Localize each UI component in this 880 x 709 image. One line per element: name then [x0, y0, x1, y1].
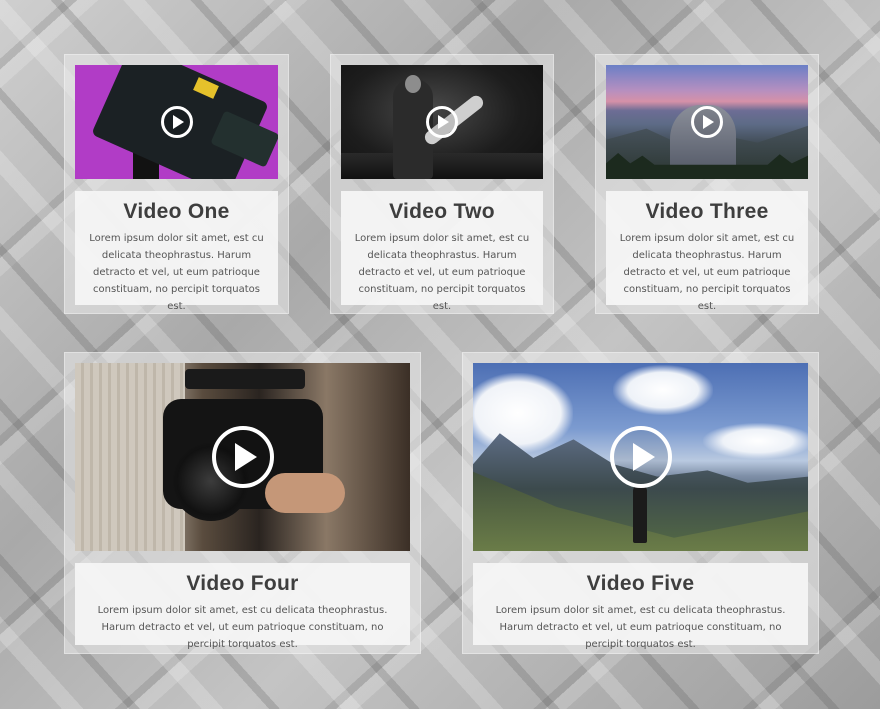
video-title: Video One — [123, 200, 230, 223]
play-icon[interactable] — [609, 426, 672, 488]
video-thumbnail[interactable] — [75, 363, 410, 551]
play-icon[interactable] — [426, 106, 458, 138]
video-card-1: Video One Lorem ipsum dolor sit amet, es… — [64, 54, 289, 314]
video-caption: Video Four Lorem ipsum dolor sit amet, e… — [75, 563, 410, 650]
video-title: Video Four — [186, 572, 299, 595]
video-card-4: Video Four Lorem ipsum dolor sit amet, e… — [64, 352, 421, 654]
video-caption: Video Two Lorem ipsum dolor sit amet, es… — [341, 191, 543, 312]
video-caption: Video One Lorem ipsum dolor sit amet, es… — [75, 191, 278, 312]
video-description: Lorem ipsum dolor sit amet, est cu delic… — [619, 233, 795, 312]
video-thumbnail[interactable] — [341, 65, 543, 179]
video-thumbnail[interactable] — [75, 65, 278, 179]
video-thumbnail[interactable] — [473, 363, 808, 551]
play-icon[interactable] — [691, 106, 723, 138]
play-icon[interactable] — [160, 106, 193, 138]
play-icon[interactable] — [211, 426, 274, 488]
video-description: Lorem ipsum dolor sit amet, est cu delic… — [89, 233, 264, 312]
video-card-5: Video Five Lorem ipsum dolor sit amet, e… — [462, 352, 819, 654]
video-caption: Video Five Lorem ipsum dolor sit amet, e… — [473, 563, 808, 650]
video-description: Lorem ipsum dolor sit amet, est cu delic… — [495, 605, 786, 650]
video-title: Video Two — [389, 200, 495, 223]
video-card-2: Video Two Lorem ipsum dolor sit amet, es… — [330, 54, 554, 314]
video-description: Lorem ipsum dolor sit amet, est cu delic… — [354, 233, 530, 312]
video-description: Lorem ipsum dolor sit amet, est cu delic… — [97, 605, 388, 650]
video-thumbnail[interactable] — [606, 65, 808, 179]
video-title: Video Three — [645, 200, 769, 223]
video-title: Video Five — [586, 572, 695, 595]
video-caption: Video Three Lorem ipsum dolor sit amet, … — [606, 191, 808, 312]
video-card-3: Video Three Lorem ipsum dolor sit amet, … — [595, 54, 819, 314]
